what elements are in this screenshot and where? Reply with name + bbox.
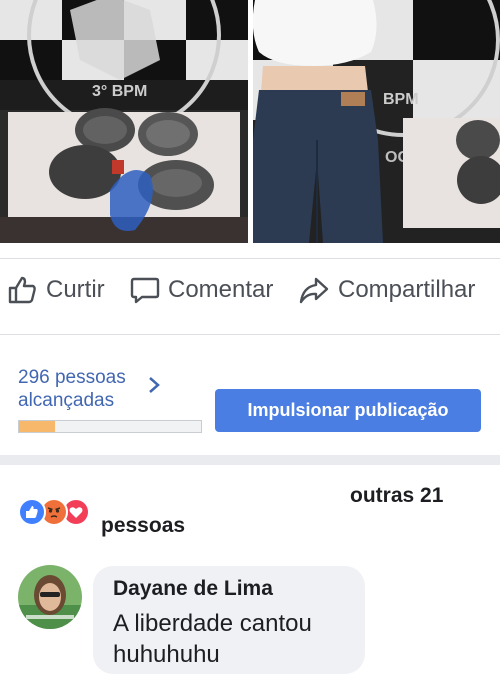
boost-post-button[interactable]: Impulsionar publicação	[215, 389, 481, 432]
reach-link[interactable]: 296 pessoas alcançadas	[18, 366, 126, 412]
reach-progress-bar	[18, 420, 202, 433]
post-photo-left[interactable]: 3° BPM	[0, 0, 248, 243]
comment-bubble[interactable]: Dayane de Lima A liberdade cantou huhuhu…	[93, 566, 365, 674]
comment-button[interactable]: Comentar	[130, 272, 273, 308]
avatar[interactable]	[18, 565, 82, 629]
reactions-others-count[interactable]: outras 21	[350, 484, 443, 508]
post-photo-grid: 3° BPM BPM OC	[0, 0, 500, 243]
comment-label: Comentar	[168, 276, 274, 303]
like-button[interactable]: Curtir	[6, 272, 105, 308]
reach-caption: alcançadas	[18, 390, 115, 411]
reach-count: 296 pessoas	[18, 367, 126, 388]
like-icon	[18, 498, 46, 526]
thumbs-up-icon	[6, 274, 38, 306]
chevron-right-icon[interactable]	[148, 376, 160, 399]
post-action-bar: Curtir Comentar Compartilhar	[0, 262, 500, 320]
comment-bubble-icon	[130, 274, 160, 306]
share-label: Compartilhar	[338, 276, 476, 303]
left-wall-text: 3° BPM	[92, 83, 147, 100]
right-wall-text: BPM	[383, 91, 419, 108]
reach-progress-fill	[19, 421, 56, 432]
share-arrow-icon	[298, 274, 330, 306]
section-separator	[0, 455, 500, 465]
reactions-summary[interactable]	[18, 498, 98, 526]
divider	[0, 334, 500, 335]
like-label: Curtir	[46, 276, 105, 303]
share-button[interactable]: Compartilhar	[298, 272, 475, 308]
reactions-others-label[interactable]: pessoas	[101, 514, 185, 538]
comment-author[interactable]: Dayane de Lima	[113, 577, 273, 601]
comment-text: A liberdade cantou huhuhuhu	[113, 610, 312, 668]
divider	[0, 258, 500, 259]
post-photo-right[interactable]: BPM OC	[253, 0, 500, 243]
